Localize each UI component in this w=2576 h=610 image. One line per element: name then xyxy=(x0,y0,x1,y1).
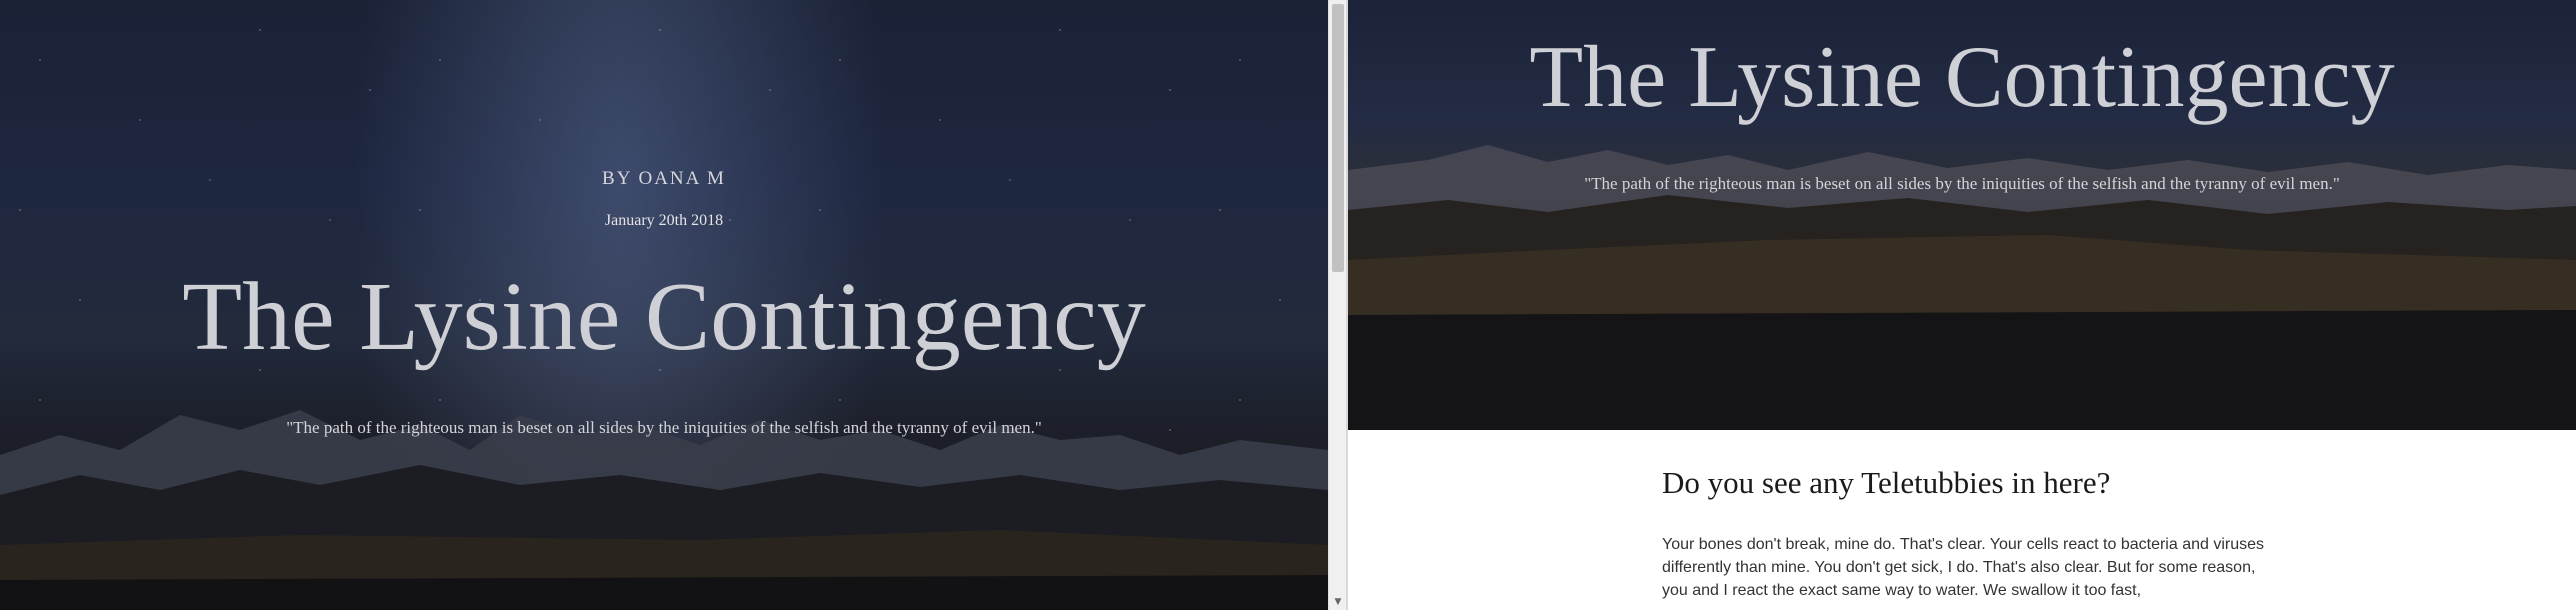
hero-quote: "The path of the righteous man is beset … xyxy=(286,418,1042,437)
author-byline: BY OANA M xyxy=(602,168,726,189)
post-date: January 20th 2018 xyxy=(604,212,724,229)
scrollbar-thumb[interactable] xyxy=(1332,4,1344,272)
left-view: BY OANA M January 20th 2018 The Lysine C… xyxy=(0,0,1328,610)
right-view: The Lysine Contingency "The path of the … xyxy=(1348,0,2576,610)
article-paragraph: Your bones don't break, mine do. That's … xyxy=(1662,536,2265,599)
banner-title: The Lysine Contingency xyxy=(1529,29,2395,126)
vertical-scrollbar[interactable]: ▼ xyxy=(1328,0,1347,610)
banner-quote: "The path of the righteous man is beset … xyxy=(1584,174,2340,193)
hero-banner: The Lysine Contingency "The path of the … xyxy=(1348,0,2576,430)
page-title: The Lysine Contingency xyxy=(182,263,1146,371)
scroll-down-arrow-icon[interactable]: ▼ xyxy=(1331,596,1345,608)
article-heading: Do you see any Teletubbies in here? xyxy=(1662,465,2111,500)
